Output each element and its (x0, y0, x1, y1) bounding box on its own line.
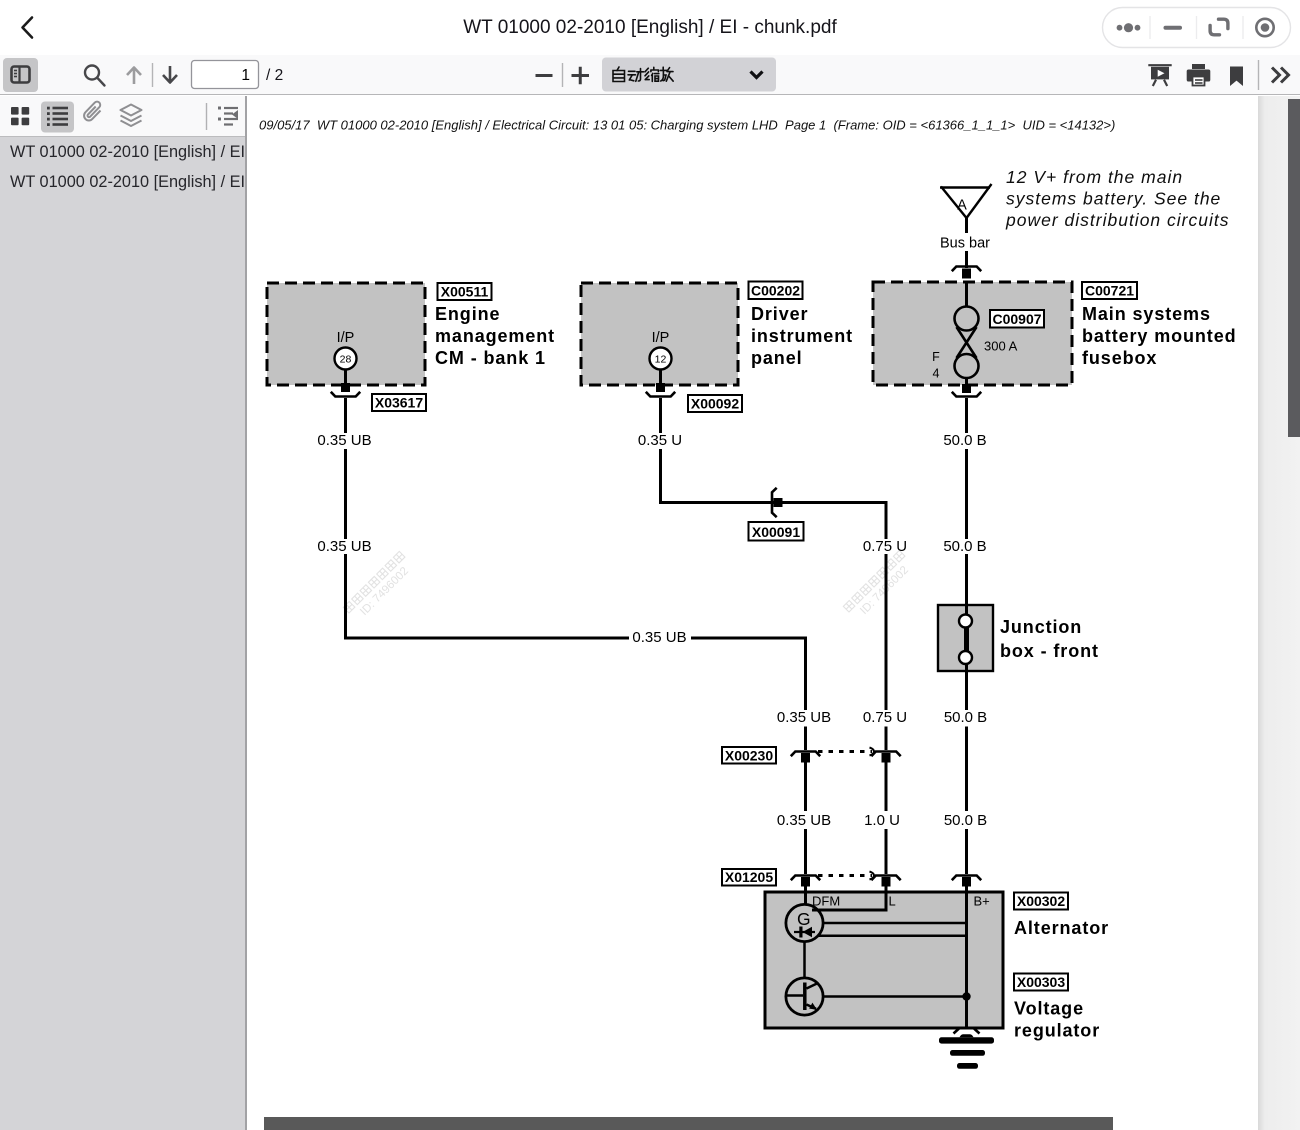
svg-text:300 A: 300 A (984, 339, 1018, 354)
svg-text:box - front: box - front (1000, 641, 1099, 661)
svg-text:0.35 UB: 0.35 UB (777, 709, 831, 726)
svg-text:0.35 UB: 0.35 UB (317, 432, 371, 449)
svg-text:regulator: regulator (1014, 1021, 1100, 1041)
svg-text:50.0 B: 50.0 B (944, 812, 987, 829)
svg-text:X01205: X01205 (725, 869, 773, 885)
svg-text:50.0 B: 50.0 B (943, 432, 986, 449)
svg-text:0.75 U: 0.75 U (863, 538, 907, 555)
svg-text:Engine: Engine (435, 304, 500, 324)
svg-text:X00092: X00092 (691, 396, 739, 412)
svg-text:X00091: X00091 (752, 524, 800, 540)
svg-text:X00302: X00302 (1017, 893, 1065, 909)
svg-text:0.35 UB: 0.35 UB (777, 812, 831, 829)
svg-text:battery mounted: battery mounted (1082, 326, 1237, 346)
svg-text:X03617: X03617 (375, 395, 423, 411)
svg-text:power distribution circuits: power distribution circuits (1005, 210, 1229, 230)
svg-text:C00721: C00721 (1085, 283, 1134, 299)
svg-text:I/P: I/P (337, 330, 355, 346)
svg-text:C00907: C00907 (992, 311, 1041, 327)
svg-text:X00511: X00511 (441, 284, 489, 300)
svg-text:fusebox: fusebox (1082, 348, 1157, 368)
svg-text:Junction: Junction (1000, 617, 1082, 637)
svg-text:Voltage: Voltage (1014, 999, 1084, 1019)
svg-text:A: A (957, 198, 967, 214)
svg-text:L: L (889, 894, 896, 909)
svg-text:09/05/17 WT 01000 02-2010 [En: 09/05/17 WT 01000 02-2010 [English] / El… (259, 118, 1115, 133)
svg-text:50.0 B: 50.0 B (944, 709, 987, 726)
svg-text:G: G (797, 909, 811, 929)
svg-text:28: 28 (340, 354, 352, 366)
svg-text:4: 4 (933, 367, 940, 381)
svg-text:B+: B+ (974, 894, 990, 909)
svg-text:Driver: Driver (751, 304, 808, 324)
svg-text:0.35 UB: 0.35 UB (317, 538, 371, 555)
svg-text:0.35 UB: 0.35 UB (632, 629, 686, 646)
svg-text:panel: panel (751, 348, 803, 368)
svg-text:12 V+ from the main: 12 V+ from the main (1006, 167, 1183, 187)
svg-text:1.0 U: 1.0 U (864, 812, 900, 829)
svg-text:Alternator: Alternator (1014, 918, 1109, 938)
svg-text:management: management (435, 326, 555, 346)
svg-text:I/P: I/P (652, 330, 670, 346)
svg-text:X00230: X00230 (725, 748, 773, 764)
svg-text:0.35 U: 0.35 U (638, 432, 682, 449)
svg-text:DFM: DFM (812, 894, 840, 909)
svg-text:instrument: instrument (751, 326, 853, 346)
svg-text:Bus bar: Bus bar (940, 236, 990, 252)
svg-text:0.75 U: 0.75 U (863, 709, 907, 726)
svg-text:C00202: C00202 (751, 283, 800, 299)
svg-text:12: 12 (655, 354, 667, 366)
svg-text:F: F (932, 350, 940, 364)
svg-text:Main systems: Main systems (1082, 304, 1211, 324)
svg-text:50.0 B: 50.0 B (943, 538, 986, 555)
svg-text:X00303: X00303 (1017, 974, 1065, 990)
svg-text:systems battery. See the: systems battery. See the (1006, 189, 1221, 209)
svg-text:CM - bank 1: CM - bank 1 (435, 348, 546, 368)
